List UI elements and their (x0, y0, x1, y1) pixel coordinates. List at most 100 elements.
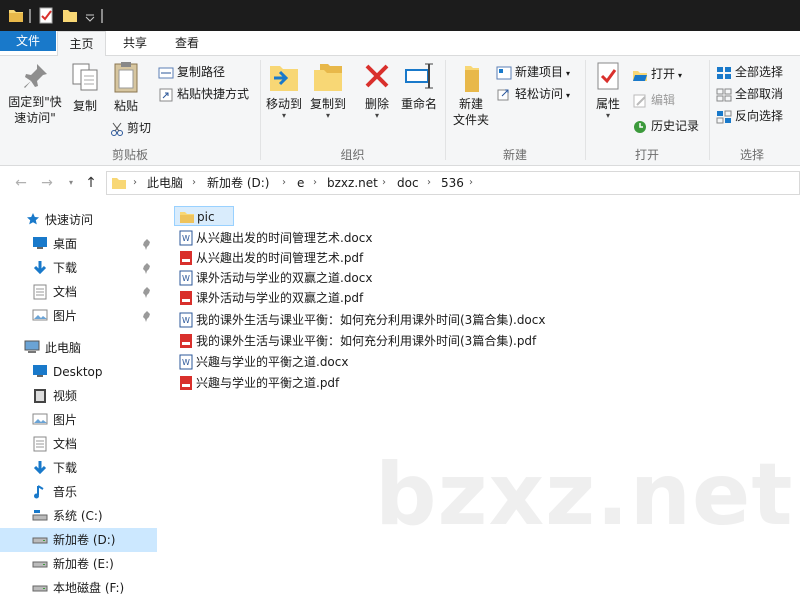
breadcrumb-doc[interactable]: doc (397, 172, 419, 194)
folder-icon[interactable] (8, 7, 24, 24)
breadcrumb-536[interactable]: 536 (441, 172, 464, 194)
desktop-icon (33, 365, 47, 377)
watermark: bzxz.net (375, 445, 794, 545)
breadcrumb-chevron-icon[interactable]: › (313, 172, 317, 194)
tab-share[interactable]: 共享 (112, 31, 158, 56)
address-area: ← → ▾ ↑ › 此电脑 › 新加卷 (D:) › e › bzxz.net … (0, 166, 800, 200)
paste-shortcut-button[interactable]: 粘贴快捷方式 (158, 84, 249, 104)
file-name: 我的课外生活与课业平衡：如何充分利用课外时间(3篇合集).pdf (196, 334, 537, 348)
nav-documents-label: 文档 (53, 285, 78, 299)
open-button[interactable]: 打开 ▾ (632, 64, 682, 84)
nav-pictures-label: 图片 (53, 309, 78, 323)
paste-label: 粘贴 (113, 99, 138, 113)
properties-quick-icon[interactable] (38, 7, 54, 24)
list-item[interactable]: pic (174, 206, 234, 226)
svg-text:W: W (182, 234, 190, 243)
nav-drive-c[interactable]: 系统 (C:) (0, 504, 157, 528)
nav-drive-d[interactable]: 新加卷 (D:) (0, 528, 157, 552)
breadcrumb-bzxz[interactable]: bzxz.net (327, 172, 378, 194)
pin-icon[interactable] (142, 238, 152, 250)
pin-quick-access-button[interactable]: 固定到"快速访问" (4, 60, 66, 126)
nav-pc-desktop[interactable]: Desktop (0, 360, 157, 384)
nav-drive-e[interactable]: 新加卷 (E:) (0, 552, 157, 576)
pin-icon[interactable] (142, 262, 152, 274)
copy-path-icon (158, 67, 174, 78)
delete-button[interactable]: 删除 ▾ (360, 60, 394, 120)
nav-downloads-quick[interactable]: 下载 (0, 256, 157, 280)
nav-pc-music[interactable]: 音乐 (0, 480, 157, 504)
nav-pc-downloads[interactable]: 下载 (0, 456, 157, 480)
breadcrumb-chevron-icon[interactable]: › (282, 172, 286, 194)
breadcrumb-drive-d[interactable]: 新加卷 (D:) (207, 172, 269, 194)
new-item-button[interactable]: 新建项目 ▾ (496, 62, 570, 82)
invert-selection-button[interactable]: 反向选择 (716, 106, 783, 126)
paste-button[interactable]: 粘贴 (108, 60, 144, 114)
breadcrumb-e[interactable]: e (297, 172, 304, 194)
pin-icon[interactable] (142, 310, 152, 322)
nav-pc-documents-label: 文档 (53, 437, 78, 451)
easy-access-button[interactable]: 轻松访问 ▾ (496, 84, 570, 104)
delete-label: 删除 (364, 97, 389, 111)
select-all-button[interactable]: 全部选择 (716, 62, 783, 82)
tab-home[interactable]: 主页 (57, 31, 106, 57)
up-arrow-icon[interactable]: ↑ (82, 173, 100, 193)
nav-this-pc[interactable]: 此电脑 (0, 336, 157, 360)
copy-path-button[interactable]: 复制路径 (158, 62, 225, 82)
breadcrumb-chevron-icon[interactable]: › (192, 172, 196, 194)
back-arrow-icon[interactable]: ← (12, 173, 30, 193)
nav-this-pc-label: 此电脑 (45, 341, 82, 355)
nav-quick-access-label: 快速访问 (45, 213, 94, 227)
breadcrumb-chevron-icon[interactable]: › (133, 172, 137, 194)
breadcrumb-chevron-icon[interactable]: › (382, 172, 386, 194)
nav-pictures-quick[interactable]: 图片 (0, 304, 157, 328)
nav-pc-videos[interactable]: 视频 (0, 384, 157, 408)
recent-locations-chevron-icon[interactable]: ▾ (62, 173, 80, 193)
address-bar[interactable]: › 此电脑 › 新加卷 (D:) › e › bzxz.net › doc › … (106, 171, 800, 195)
nav-desktop-quick[interactable]: 桌面 (0, 232, 157, 256)
nav-pc-pictures-label: 图片 (53, 413, 78, 427)
pin-quick-access-label: 固定到"快速访问" (8, 95, 62, 125)
download-icon (33, 461, 47, 475)
nav-pc-documents[interactable]: 文档 (0, 432, 157, 456)
pin-icon (24, 64, 47, 88)
tab-file[interactable]: 文件 (0, 31, 56, 51)
nav-quick-access[interactable]: 快速访问 (0, 208, 157, 232)
svg-text:W: W (182, 316, 190, 325)
forward-arrow-icon[interactable]: → (38, 173, 56, 193)
pdf-document-icon (180, 251, 192, 265)
copy-to-button[interactable]: 复制到 ▾ (306, 60, 350, 120)
breadcrumb-chevron-icon[interactable]: › (469, 172, 473, 194)
properties-button[interactable]: 属性 ▾ (590, 60, 626, 120)
copy-button[interactable]: 复制 (68, 60, 102, 114)
select-none-button[interactable]: 全部取消 (716, 84, 783, 104)
copy-path-label: 复制路径 (177, 65, 226, 79)
nav-drive-f[interactable]: 本地磁盘 (F:) (0, 576, 157, 600)
svg-text:W: W (182, 358, 190, 367)
move-to-icon (270, 66, 298, 91)
pdf-document-icon (180, 334, 192, 348)
tab-view[interactable]: 查看 (164, 31, 210, 56)
edit-icon (633, 94, 646, 107)
nav-pc-pictures[interactable]: 图片 (0, 408, 157, 432)
folder-icon (180, 212, 194, 223)
pin-icon[interactable] (142, 286, 152, 298)
breadcrumb-chevron-icon[interactable]: › (427, 172, 431, 194)
edit-button[interactable]: 编辑 (632, 90, 675, 110)
customize-dropdown-icon[interactable] (84, 7, 96, 24)
breadcrumb-this-pc[interactable]: 此电脑 (147, 172, 183, 194)
select-all-icon (717, 66, 731, 79)
new-folder-quick-icon[interactable] (62, 7, 78, 24)
nav-drive-c-label: 系统 (C:) (53, 509, 103, 523)
nav-documents-quick[interactable]: 文档 (0, 280, 157, 304)
new-folder-button[interactable]: 新建 文件夹 (450, 60, 492, 128)
move-to-button[interactable]: 移动到 ▾ (264, 60, 304, 120)
new-group-label: 新建 (502, 148, 527, 162)
nav-drive-e-label: 新加卷 (E:) (53, 557, 114, 571)
document-icon (33, 436, 47, 452)
file-name: 兴趣与学业的平衡之道.docx (196, 355, 349, 369)
file-name: 从兴趣出发的时间管理艺术.pdf (196, 251, 364, 265)
rename-button[interactable]: 重命名 (398, 60, 440, 112)
ribbon-tabs: 文件 主页 共享 查看 (0, 31, 800, 57)
cut-button[interactable]: 剪切 (110, 118, 151, 138)
history-button[interactable]: 历史记录 (632, 116, 699, 136)
